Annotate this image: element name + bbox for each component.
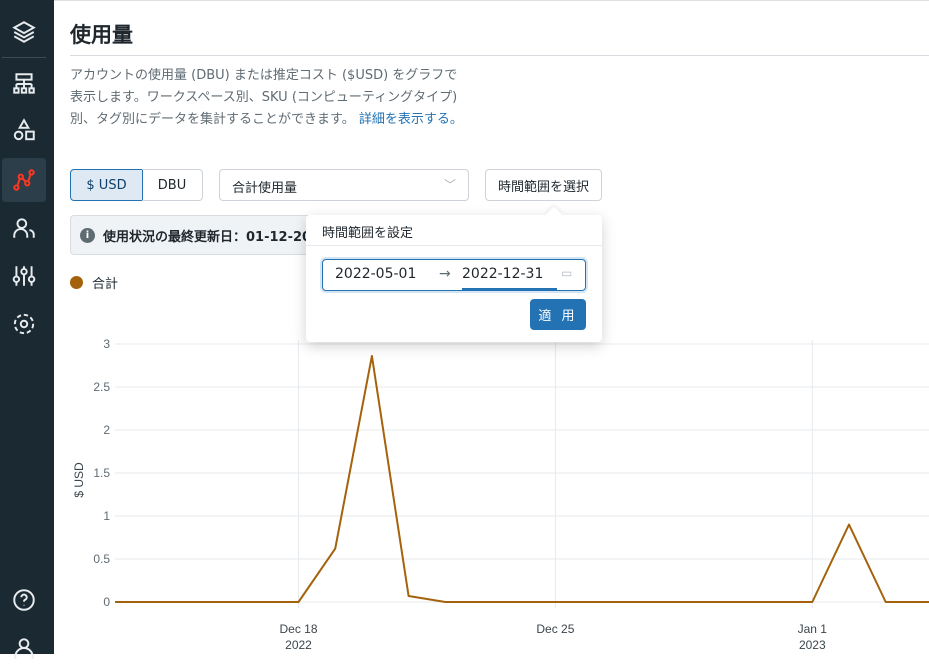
- start-date-input[interactable]: 2022-05-01: [335, 266, 416, 282]
- y-tick-label: 1: [103, 509, 110, 523]
- x-tick-label: Jan 1: [798, 622, 828, 636]
- apply-button[interactable]: 適 用: [530, 299, 586, 330]
- y-tick-label: 2.5: [93, 380, 110, 394]
- y-tick-label: 0.5: [93, 552, 110, 566]
- x-tick-year-label: 2022: [285, 638, 312, 652]
- y-tick-label: 1.5: [93, 466, 110, 480]
- time-range-popover: 時間範囲を設定 2022-05-01 → 2022-12-31 ▭ 適 用: [306, 215, 602, 342]
- y-tick-label: 2: [103, 423, 110, 437]
- popover-title: 時間範囲を設定: [322, 222, 413, 241]
- arrow-right-icon: →: [439, 266, 451, 282]
- active-input-indicator: [462, 288, 557, 290]
- x-tick-year-label: 2023: [799, 638, 826, 652]
- calendar-icon[interactable]: ▭: [561, 266, 572, 280]
- divider: [306, 245, 602, 246]
- y-axis-label: $ USD: [72, 462, 86, 498]
- y-tick-label: 3: [103, 337, 110, 351]
- end-date-input[interactable]: 2022-12-31: [462, 266, 543, 282]
- date-range-picker[interactable]: 2022-05-01 → 2022-12-31 ▭: [322, 259, 586, 291]
- x-tick-label: Dec 18: [279, 622, 317, 636]
- y-tick-label: 0: [103, 595, 110, 609]
- series-line: [115, 356, 929, 602]
- x-tick-label: Dec 25: [536, 622, 574, 636]
